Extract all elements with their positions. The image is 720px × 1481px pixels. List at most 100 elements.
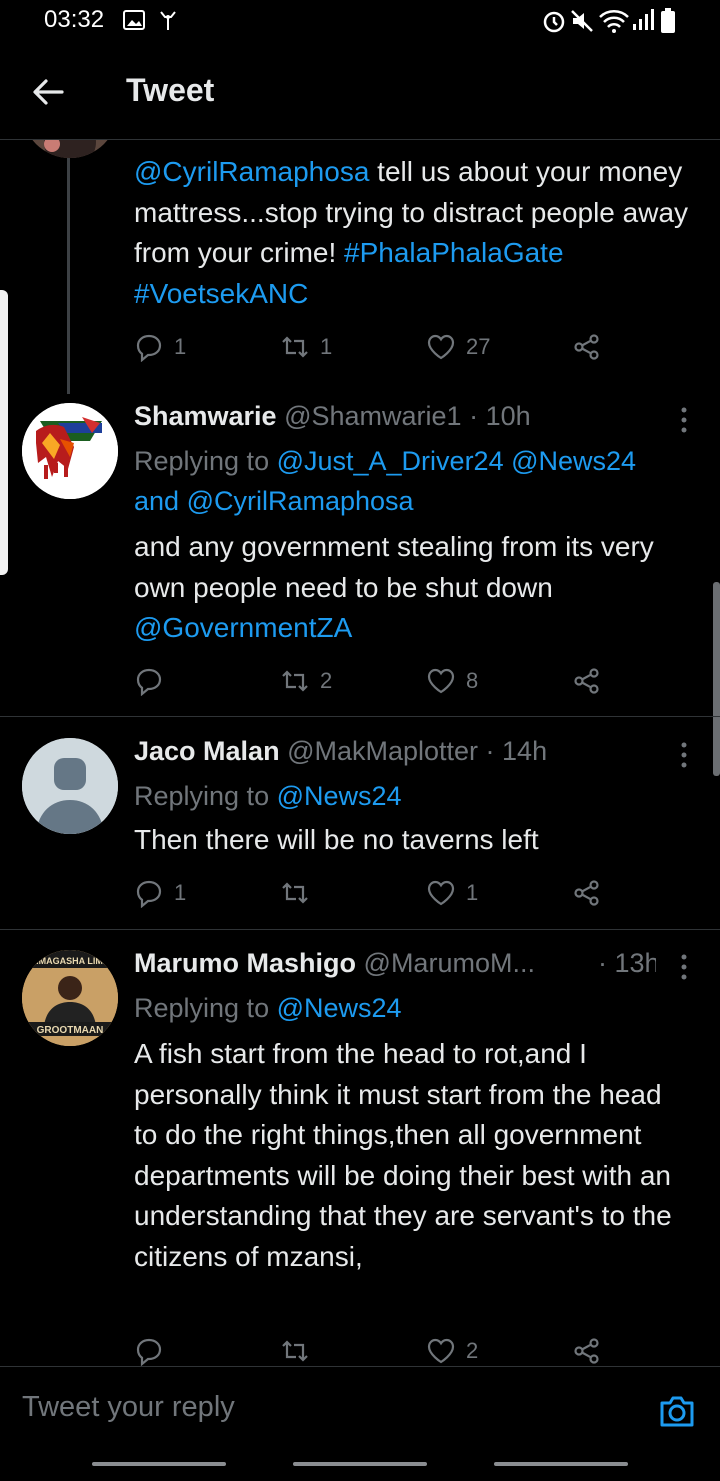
more-options-icon[interactable] [676,952,692,982]
hashtag-link[interactable]: #PhalaPhalaGate [344,237,564,268]
reply-count: 1 [174,880,187,905]
reply-button[interactable]: 1 [134,873,186,913]
replying-label: Replying to [134,781,277,811]
avatar-banner-text: NTIMAGASHA LIMPO [24,956,116,966]
tweet-text: and any government stealing from its ver… [134,531,654,603]
nav-recents[interactable] [92,1462,226,1466]
reply-icon [136,334,162,362]
heart-icon [427,334,455,360]
top-app-bar: Tweet [0,44,720,140]
share-button[interactable] [572,661,602,701]
tweet-body: @CyrilRamaphosa tell us about your money… [134,152,699,314]
more-options-icon[interactable] [676,740,692,770]
camera-icon[interactable] [657,1391,697,1431]
tweet-body: Then there will be no taverns left [134,824,539,855]
wifi-icon [599,10,629,33]
battery-icon [661,8,675,33]
share-icon [574,880,599,906]
divider [0,716,720,717]
tweet-actions: 1 1 27 [134,327,614,367]
like-count: 27 [466,334,491,359]
mention-link[interactable]: @News24 [277,993,402,1023]
replying-and[interactable]: and [134,486,179,516]
status-time: 03:32 [44,6,105,33]
avatar[interactable] [22,738,118,834]
share-button[interactable] [572,873,602,913]
replying-to: Replying to @News24 [134,776,694,816]
display-name[interactable]: Marumo Mashigo [134,948,356,978]
reply-icon [136,668,162,696]
like-button[interactable]: 8 [426,661,478,701]
mute-icon [571,10,593,32]
reply-button[interactable]: 1 [134,327,186,367]
back-arrow-icon[interactable] [30,74,66,110]
tweet-time: · 13h [598,948,656,978]
more-options-icon[interactable] [676,405,692,435]
mention-link[interactable]: @CyrilRamaphosa [187,486,414,516]
retweet-count: 1 [320,334,333,359]
default-avatar-icon [22,738,118,834]
nav-back[interactable] [494,1462,628,1466]
display-name[interactable]: Shamwarie [134,401,277,431]
thread-line [67,158,70,394]
replying-label: Replying to [134,446,277,476]
share-icon [574,1338,599,1364]
share-button[interactable] [572,327,602,367]
tweet-body: and any government stealing from its ver… [134,527,699,649]
mention-link[interactable]: @News24 [511,446,636,476]
reply-icon [136,1338,162,1366]
scrollbar[interactable] [713,582,720,776]
reply-count: 1 [174,334,187,359]
alarm-icon [543,11,565,33]
replying-to: Replying to @Just_A_Driver24 @News24 and … [134,441,694,521]
share-button[interactable] [572,1331,602,1371]
avatar-caption-text: GROOTMAAN [37,1025,104,1036]
mention-link[interactable]: @GovernmentZA [134,612,352,643]
tweet-header: Shamwarie @Shamwarie1 · 10h [134,401,531,432]
display-name[interactable]: Jaco Malan [134,736,280,766]
heart-icon [427,880,455,906]
retweet-button[interactable] [280,1331,320,1371]
mention-link[interactable]: @News24 [277,781,402,811]
like-button[interactable]: 1 [426,873,478,913]
like-count: 8 [466,668,479,693]
reply-input[interactable]: Tweet your reply [22,1391,235,1424]
retweet-icon [282,670,308,692]
tweet-header: Jaco Malan @MakMaplotter · 14h [134,736,547,767]
status-bar: 03:32 [0,0,720,44]
mention-link[interactable]: @CyrilRamaphosa [134,156,369,187]
tweet-body: A fish start from the head to rot,and I … [134,1038,672,1272]
heart-icon [427,668,455,694]
avatar[interactable] [22,403,118,499]
nav-home[interactable] [293,1462,427,1466]
tweet-actions: 2 [134,1331,614,1371]
share-icon [574,668,599,694]
reply-button[interactable] [134,661,174,701]
mention-link[interactable]: @Just_A_Driver24 [277,446,504,476]
tweet-header: Marumo Mashigo @MarumoM... [134,948,535,979]
avatar-image [22,403,118,499]
signal-icon [633,9,654,30]
like-count: 2 [466,1338,479,1363]
replying-to: Replying to @News24 [134,988,694,1028]
reply-icon [136,880,162,908]
antenna-icon [160,11,176,30]
avatar[interactable]: NTIMAGASHA LIMPO GROOTMAAN [22,950,118,1046]
retweet-icon [282,1340,308,1362]
retweet-button[interactable]: 2 [280,661,332,701]
retweet-button[interactable]: 1 [280,327,332,367]
hashtag-link[interactable]: #VoetsekANC [134,278,308,309]
like-button[interactable]: 2 [426,1331,478,1371]
retweet-icon [282,336,308,358]
handle-time: @Shamwarie1 · 10h [284,401,531,431]
edge-panel-handle[interactable] [0,290,8,575]
like-button[interactable]: 27 [426,327,490,367]
retweet-button[interactable] [280,873,320,913]
divider [0,929,720,930]
like-count: 1 [466,880,479,905]
reply-button[interactable] [134,1331,174,1371]
heart-icon [427,1338,455,1364]
avatar-image: NTIMAGASHA LIMPO GROOTMAAN [22,950,118,1046]
retweet-count: 2 [320,668,333,693]
gallery-icon [123,10,145,30]
